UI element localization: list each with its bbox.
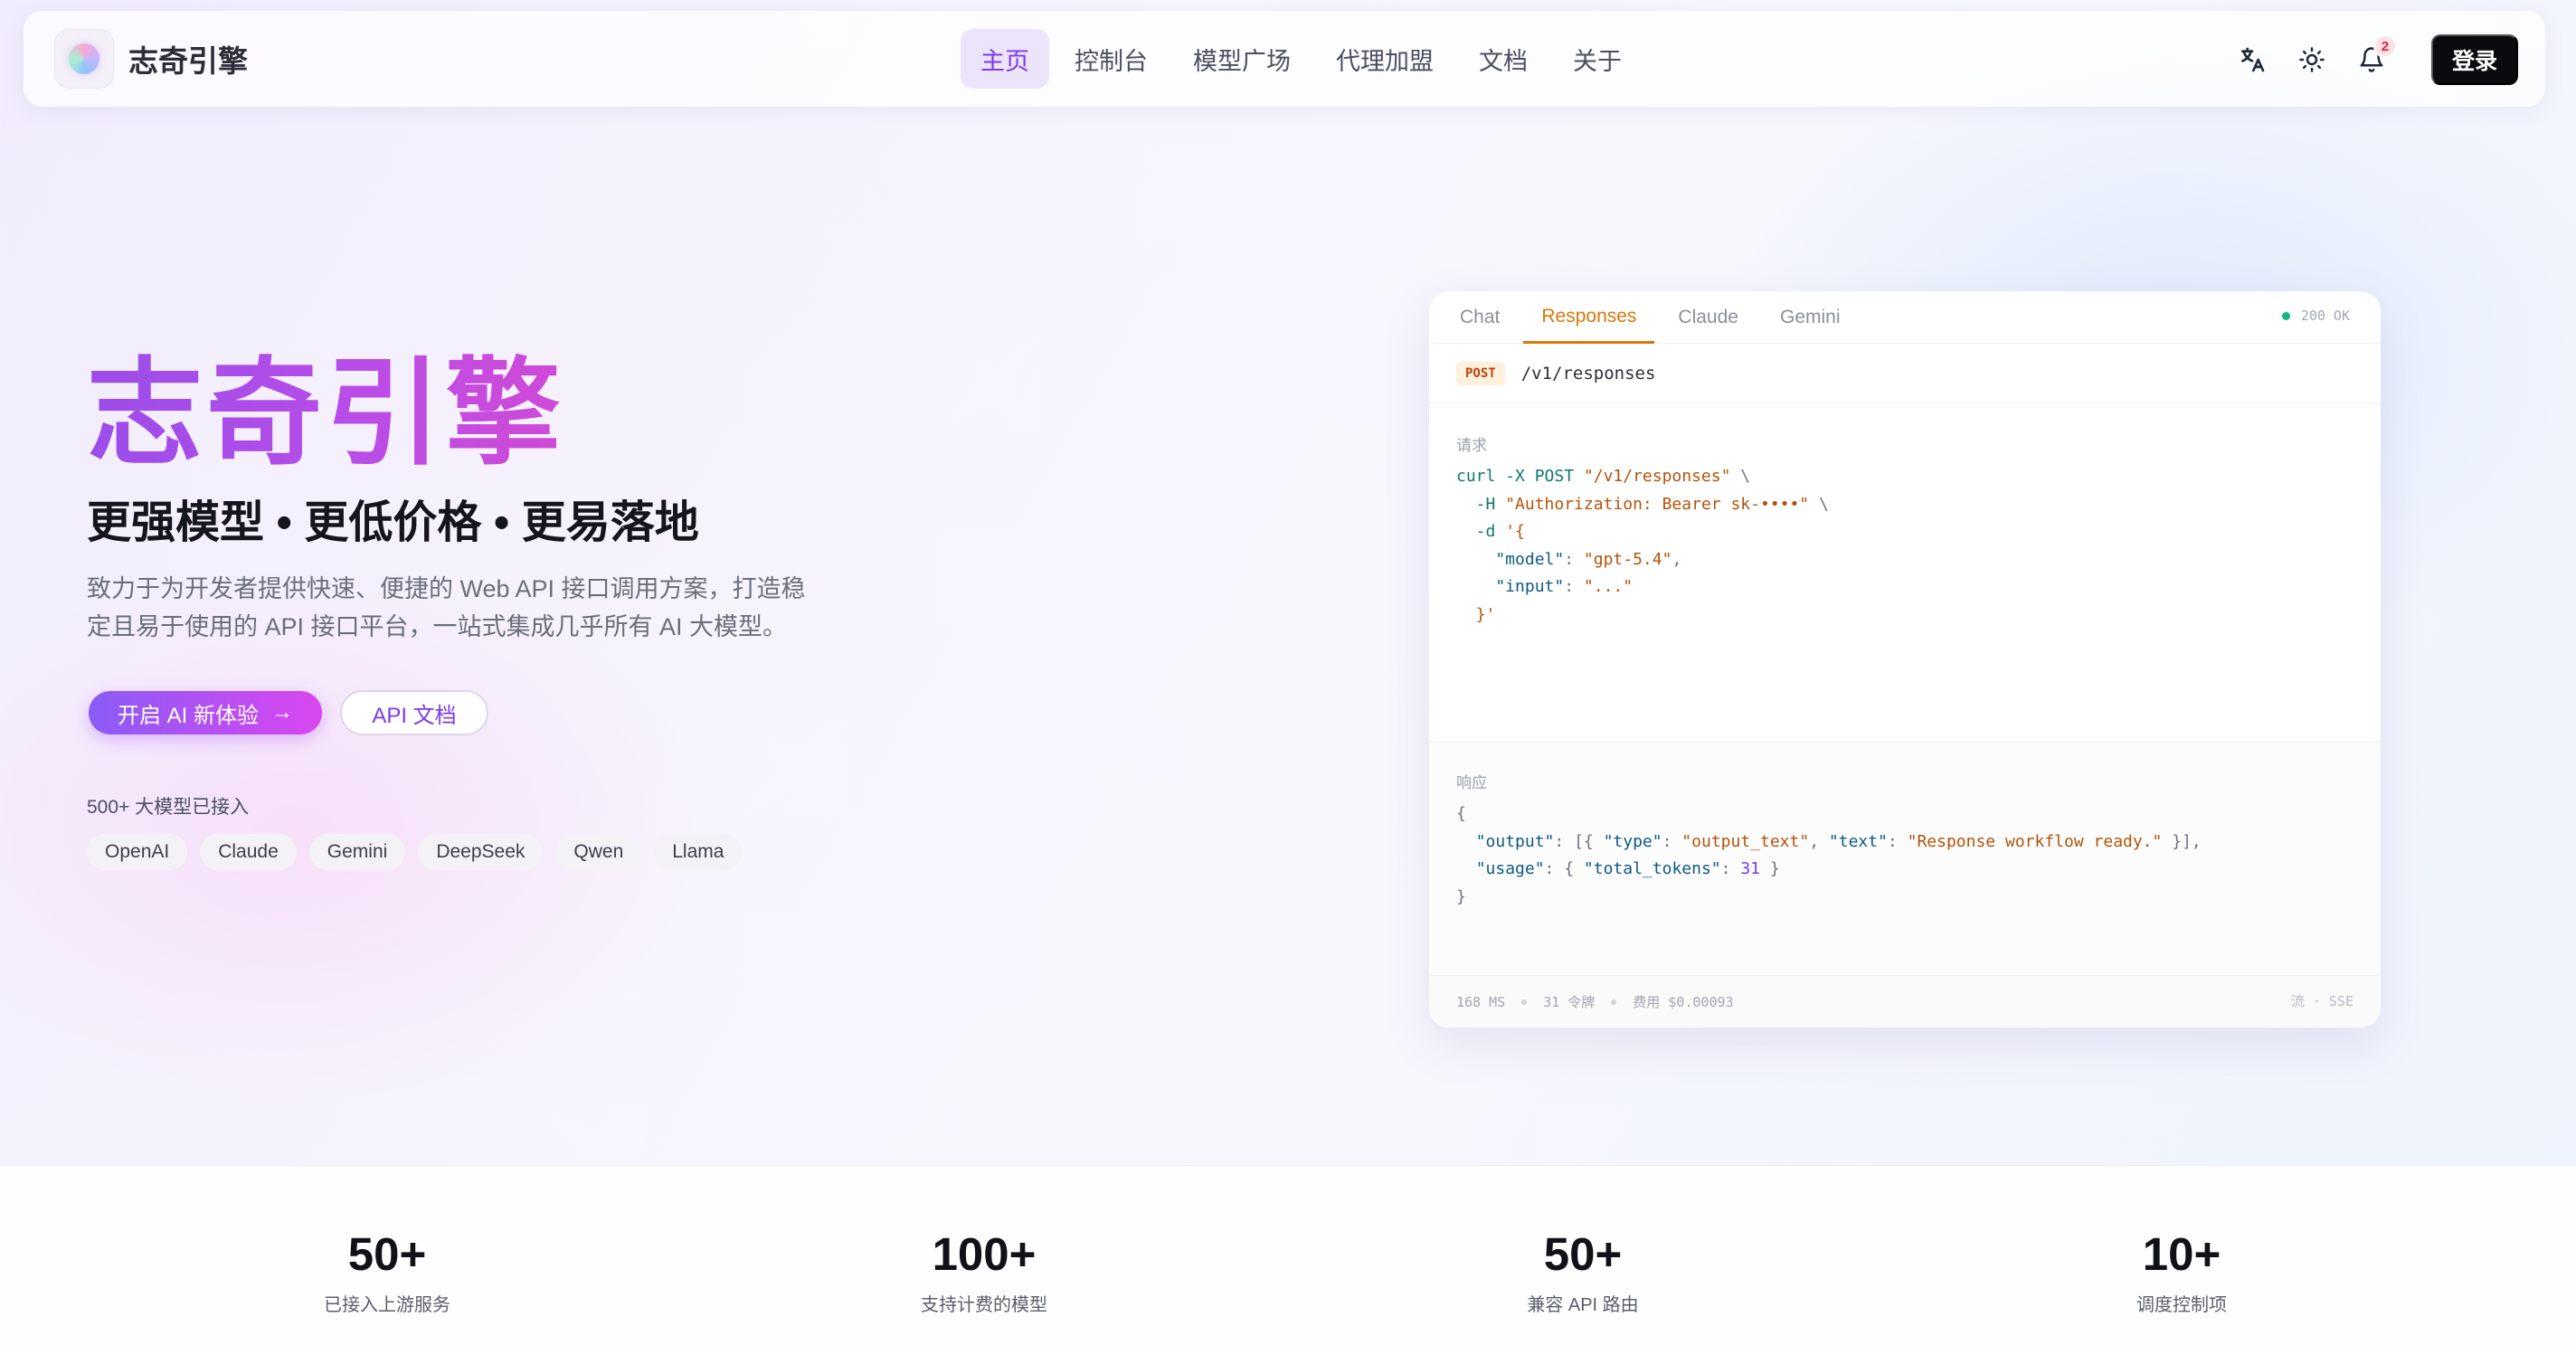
- tokens-text: 31 令牌: [1543, 994, 1596, 1010]
- nav-actions: 2 登录: [2227, 34, 2518, 85]
- code-line: "input": "...": [1456, 577, 1634, 596]
- stat-value: 50+: [347, 1228, 427, 1280]
- sun-icon[interactable]: [2287, 34, 2337, 85]
- nav-console[interactable]: 控制台: [1055, 29, 1168, 89]
- tab-chat[interactable]: Chat: [1442, 291, 1518, 344]
- api-tabs: Chat Responses Claude Gemini: [1429, 291, 2381, 344]
- stats-band: 50+ 已接入上游服务 100+ 支持计费的模型 50+ 兼容 API 路由 1…: [0, 1165, 2576, 1345]
- endpoint-path: /v1/responses: [1520, 363, 1656, 384]
- stat-label: 已接入上游服务: [324, 1295, 450, 1315]
- code-line: "model": "gpt-5.4",: [1456, 549, 1682, 569]
- response-area: 响应 { "output": [{ "type": "output_text",…: [1429, 742, 2381, 975]
- start-ai-button[interactable]: 开启 AI 新体验 →: [89, 691, 322, 734]
- stat-value: 50+: [1543, 1228, 1623, 1280]
- stat-upstream: 50+ 已接入上游服务: [251, 1231, 523, 1316]
- hero-title: 志奇引擎: [87, 349, 565, 478]
- tab-claude[interactable]: Claude: [1660, 291, 1757, 344]
- brand-logo: [54, 29, 114, 89]
- api-docs-button[interactable]: API 文档: [340, 690, 488, 735]
- translate-icon[interactable]: [2227, 34, 2278, 85]
- code-line: -d '{: [1456, 522, 1525, 541]
- notification-badge: 2: [2375, 36, 2395, 56]
- code-line: curl -X POST "/v1/responses" \: [1456, 467, 1751, 486]
- status-dot-icon: [2281, 311, 2290, 320]
- model-chip: Gemini: [308, 834, 406, 870]
- model-chip: DeepSeek: [418, 834, 544, 870]
- nav-home[interactable]: 主页: [961, 29, 1049, 89]
- stat-value: 100+: [932, 1228, 1037, 1280]
- code-line: -H "Authorization: Bearer sk-••••" \: [1456, 494, 1829, 514]
- response-label: 响应: [1456, 774, 1487, 791]
- hero-description: 致力于为开发者提供快速、便捷的 Web API 接口调用方案，打造稳定且易于使用…: [87, 575, 806, 640]
- stat-scheduling: 10+ 调度控制项: [2046, 1231, 2317, 1316]
- top-navbar: 志奇引擎 主页 控制台 模型广场 代理加盟 文档 关于 2 登录: [24, 11, 2545, 107]
- login-button[interactable]: 登录: [2431, 34, 2518, 85]
- stat-label: 兼容 API 路由: [1527, 1295, 1639, 1315]
- latency-text: 168 MS: [1456, 993, 1506, 1010]
- nav-model-market[interactable]: 模型广场: [1173, 29, 1311, 89]
- cost-text: 费用 $0.00093: [1633, 994, 1734, 1010]
- response-code: { "output": [{ "type": "output_text", "t…: [1456, 804, 2202, 906]
- brand[interactable]: 志奇引擎: [54, 29, 248, 89]
- http-method-badge: POST: [1456, 361, 1505, 385]
- code-line: }': [1456, 604, 1496, 624]
- model-chip: Llama: [654, 834, 743, 870]
- main-nav: 主页 控制台 模型广场 代理加盟 文档 关于: [961, 29, 1647, 89]
- model-chip-list: OpenAI Claude Gemini DeepSeek Qwen Llama: [87, 834, 754, 870]
- stat-api-routes: 50+ 兼容 API 路由: [1447, 1231, 1719, 1316]
- api-example-card: Chat Responses Claude Gemini 200 OK POST…: [1429, 291, 2381, 1028]
- stat-billing-models: 100+ 支持计费的模型: [848, 1231, 1120, 1316]
- request-label: 请求: [1456, 437, 1487, 454]
- stat-value: 10+: [2142, 1228, 2221, 1280]
- request-code: curl -X POST "/v1/responses" \ -H "Autho…: [1456, 463, 1829, 629]
- stat-label: 支持计费的模型: [921, 1295, 1047, 1315]
- start-ai-label: 开启 AI 新体验: [117, 703, 259, 728]
- model-chip: Qwen: [555, 834, 642, 870]
- hero-subtitle: 更强模型 • 更低价格 • 更易落地: [87, 498, 699, 547]
- nav-docs[interactable]: 文档: [1459, 29, 1548, 89]
- arrow-right-icon: →: [271, 700, 293, 725]
- nav-about[interactable]: 关于: [1553, 29, 1642, 89]
- bell-icon[interactable]: 2: [2346, 34, 2397, 85]
- status-indicator: 200 OK: [2281, 308, 2350, 324]
- endpoint-bar: POST /v1/responses: [1429, 344, 2381, 403]
- stream-mode-text: 流 · SSE: [2290, 993, 2353, 1009]
- brand-name: 志奇引擎: [128, 44, 248, 78]
- tab-gemini[interactable]: Gemini: [1762, 291, 1859, 344]
- nav-agent-partner[interactable]: 代理加盟: [1316, 29, 1454, 89]
- card-footer: 168 MS 31 令牌 费用 $0.00093: [1429, 975, 2381, 1028]
- stat-label: 调度控制项: [2136, 1295, 2227, 1315]
- status-text: 200 OK: [2300, 308, 2350, 324]
- models-count: 500+ 大模型已接入: [87, 797, 250, 818]
- model-chip: OpenAI: [87, 834, 188, 870]
- model-chip: Claude: [200, 834, 297, 870]
- tab-responses[interactable]: Responses: [1523, 291, 1655, 344]
